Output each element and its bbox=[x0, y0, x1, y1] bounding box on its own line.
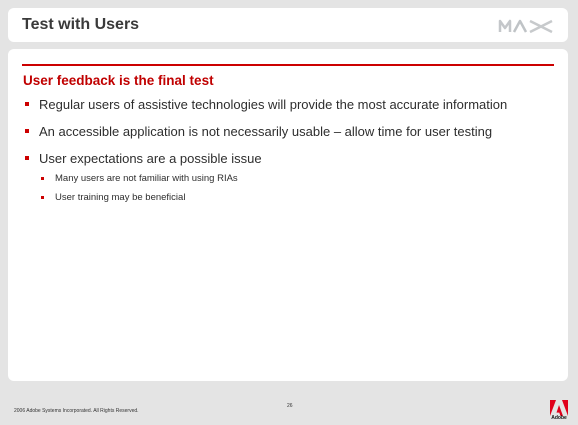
title-bar: Test with Users bbox=[8, 8, 568, 42]
max-logo-icon bbox=[498, 19, 553, 34]
page-number: 26 bbox=[287, 403, 293, 409]
heading-rule bbox=[22, 64, 554, 66]
slide-heading: User feedback is the final test bbox=[23, 73, 214, 88]
sub-bullet-item: Many users are not familiar with using R… bbox=[39, 173, 558, 185]
bullet-item: User expectations are a possible issue M… bbox=[23, 150, 558, 204]
sub-bullet-list: Many users are not familiar with using R… bbox=[39, 173, 558, 204]
adobe-wordmark: Adobe bbox=[551, 415, 567, 421]
bullet-text: User expectations are a possible issue bbox=[39, 151, 262, 166]
bullet-item: An accessible application is not necessa… bbox=[23, 123, 558, 140]
slide: Test with Users User feedback is the fin… bbox=[0, 0, 578, 425]
bullet-list: Regular users of assistive technologies … bbox=[23, 96, 558, 214]
bullet-item: Regular users of assistive technologies … bbox=[23, 96, 558, 113]
content-box: User feedback is the final test Regular … bbox=[8, 49, 568, 381]
sub-bullet-text: User training may be beneficial bbox=[55, 192, 186, 203]
bullet-text: An accessible application is not necessa… bbox=[39, 124, 493, 139]
sub-bullet-item: User training may be beneficial bbox=[39, 192, 558, 204]
slide-title: Test with Users bbox=[22, 16, 140, 33]
footer-copyright: 2006 Adobe Systems Incorporated. All Rig… bbox=[14, 408, 139, 414]
bullet-text: Regular users of assistive technologies … bbox=[39, 97, 508, 112]
sub-bullet-text: Many users are not familiar with using R… bbox=[55, 173, 238, 184]
